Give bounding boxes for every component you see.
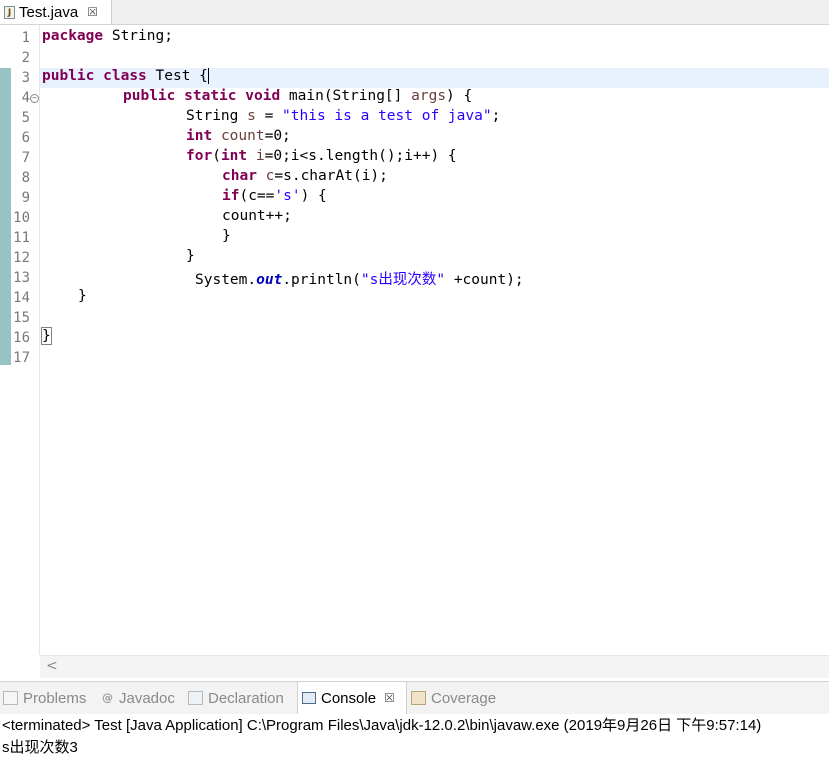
- declaration-icon: [188, 691, 203, 705]
- keyword: if: [222, 188, 240, 204]
- line-number: 6: [21, 130, 30, 146]
- editor-tab-bar: J Test.java ☒: [0, 0, 829, 25]
- code-line-5: String s = "this is a test of java";: [186, 108, 500, 128]
- code-line-11: }: [222, 228, 231, 244]
- tab-label: Console: [321, 689, 377, 707]
- code-editor[interactable]: 1 2 3 4 5 6 7 8 9 10 11 12 13 14 15 16 1…: [0, 25, 829, 678]
- keyword: int: [186, 128, 213, 144]
- line-number: 14: [13, 290, 30, 306]
- line-number: 7: [21, 150, 30, 166]
- keyword: public: [123, 88, 176, 104]
- code-line-13: System.out.println("s出现次数" +count);: [195, 268, 524, 288]
- line-number: 12: [13, 250, 30, 266]
- char-literal: 's': [274, 188, 301, 204]
- tab-label: Problems: [23, 689, 87, 707]
- code-text: =0;: [264, 128, 291, 144]
- line-number: 15: [13, 310, 30, 326]
- console-view[interactable]: <terminated> Test [Java Application] C:\…: [0, 714, 829, 768]
- fold-collapse-icon[interactable]: −: [30, 94, 39, 103]
- javadoc-icon: @: [102, 691, 113, 704]
- code-text: =s.charAt(i);: [274, 168, 388, 184]
- code-line-9: if(c=='s') {: [222, 188, 327, 208]
- keyword: int: [220, 148, 248, 164]
- code-text: =0;i<s.length();i++) {: [264, 148, 457, 164]
- tab-label: Javadoc: [119, 689, 175, 707]
- code-text: (c==: [239, 188, 275, 204]
- text-caret: [207, 68, 209, 84]
- tab-declaration[interactable]: Declaration: [188, 682, 284, 714]
- editor-tab-test-java[interactable]: J Test.java ☒: [0, 0, 112, 24]
- keyword: char: [222, 168, 257, 184]
- code-text: .println(: [282, 272, 361, 288]
- local-variable: i: [255, 148, 265, 164]
- keyword: class: [103, 68, 147, 84]
- string-literal: "this is a test of java": [282, 108, 492, 124]
- console-output-line: s出现次数3: [2, 739, 78, 756]
- close-icon[interactable]: ☒: [384, 691, 395, 705]
- local-variable: s: [247, 108, 256, 124]
- console-icon: [302, 692, 316, 704]
- tab-label: Declaration: [208, 689, 284, 707]
- code-text: System.: [195, 272, 257, 288]
- keyword: for: [186, 148, 213, 164]
- code-line-1: package String;: [42, 28, 173, 48]
- code-line-6: int count=0;: [186, 128, 291, 148]
- line-number: 4: [21, 90, 30, 106]
- line-number: 9: [21, 190, 30, 206]
- code-line-8: char c=s.charAt(i);: [222, 168, 388, 188]
- code-text: String: [186, 108, 248, 124]
- problems-icon: [3, 691, 18, 705]
- line-number: 13: [13, 270, 30, 286]
- bottom-panel-tab-bar: Problems @ Javadoc Declaration Console ☒…: [0, 681, 829, 715]
- code-text: +count);: [445, 272, 524, 288]
- keyword: public: [42, 68, 95, 84]
- string-literal: "s出现次数": [360, 272, 446, 288]
- line-number: 10: [13, 210, 30, 226]
- code-text: ) {: [446, 88, 473, 104]
- scroll-left-arrow-icon[interactable]: <: [46, 658, 58, 674]
- keyword: package: [42, 28, 104, 44]
- code-text: Test {: [146, 68, 208, 84]
- tab-problems[interactable]: Problems: [3, 682, 86, 714]
- code-line-3: public class Test {: [42, 68, 209, 88]
- line-number: 16: [13, 330, 30, 346]
- line-number: 3: [21, 70, 30, 86]
- code-text: String;: [103, 28, 173, 44]
- code-line-4: public static void main(String[] args) {: [123, 88, 472, 108]
- code-line-7: for(int i=0;i<s.length();i++) {: [186, 148, 457, 168]
- parameter: args: [411, 88, 447, 104]
- change-ruler: [0, 68, 11, 365]
- code-text: ) {: [300, 188, 327, 204]
- tab-console[interactable]: Console ☒: [297, 682, 407, 714]
- editor-tab-label: Test.java: [19, 3, 79, 21]
- line-number: 5: [21, 110, 30, 126]
- line-number: 17: [13, 350, 30, 366]
- code-text: main(String[]: [280, 88, 412, 104]
- tab-label: Coverage: [431, 689, 497, 707]
- code-line-14: }: [78, 288, 87, 304]
- code-line-12: }: [186, 248, 195, 264]
- line-number: 11: [13, 230, 30, 246]
- horizontal-scrollbar[interactable]: <: [40, 655, 829, 678]
- code-text: ;: [491, 108, 501, 124]
- tab-javadoc[interactable]: @ Javadoc: [101, 682, 175, 714]
- code-text: (: [212, 148, 221, 164]
- code-line-16: }: [41, 327, 52, 348]
- matching-brace: }: [41, 327, 52, 345]
- java-file-icon: J: [4, 5, 15, 19]
- tab-coverage[interactable]: Coverage: [411, 682, 496, 714]
- local-variable: count: [220, 128, 265, 144]
- line-number: 1: [21, 30, 30, 46]
- code-line-10: count++;: [222, 208, 292, 224]
- keyword: static: [184, 88, 237, 104]
- line-number: 2: [21, 50, 30, 66]
- keyword: void: [245, 88, 281, 104]
- code-text: =: [255, 108, 283, 124]
- static-field: out: [256, 272, 283, 288]
- console-status-line: <terminated> Test [Java Application] C:\…: [2, 717, 762, 734]
- coverage-icon: [411, 691, 426, 705]
- close-icon[interactable]: ☒: [87, 5, 98, 19]
- line-number: 8: [21, 170, 30, 186]
